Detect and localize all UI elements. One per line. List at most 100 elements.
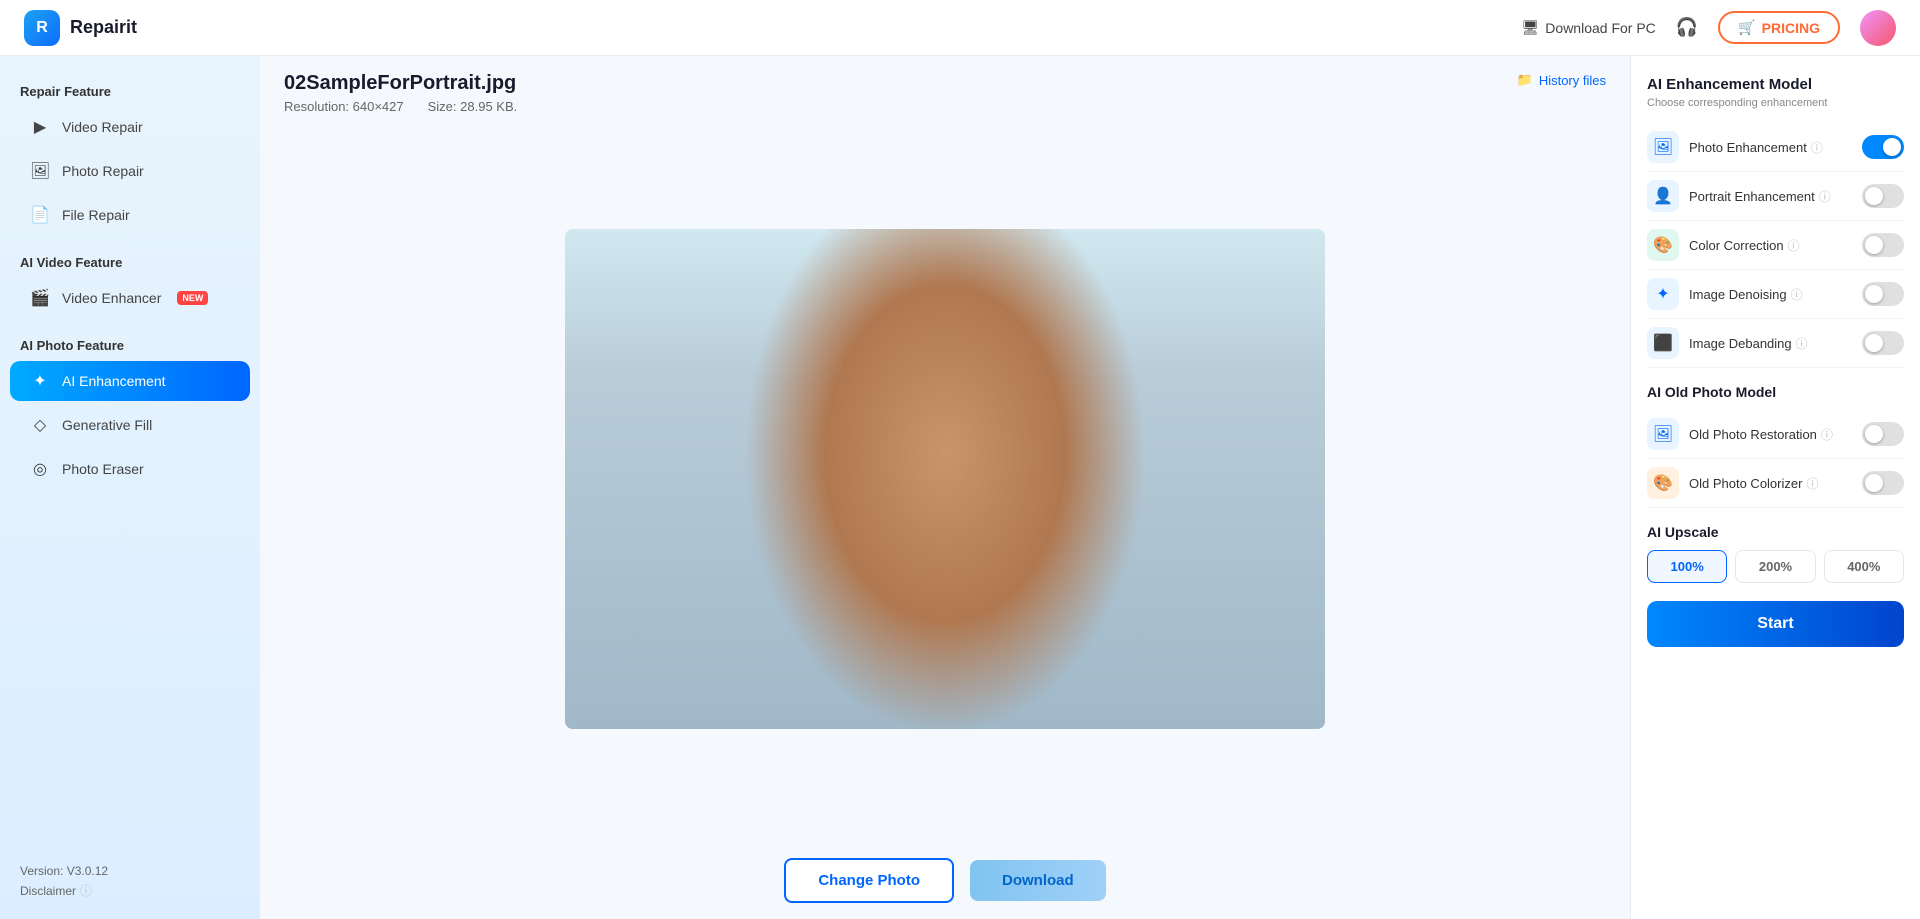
disclaimer-info-icon: ⓘ: [80, 882, 92, 899]
cart-icon: 🛒: [1738, 19, 1755, 36]
repair-feature-section-title: Repair Feature: [0, 76, 260, 105]
pricing-button[interactable]: 🛒 PRICING: [1718, 11, 1840, 44]
history-label: History files: [1539, 73, 1606, 88]
photo-enhancement-icon: 🖼: [1647, 131, 1679, 163]
video-enhancer-icon: 🎬: [30, 288, 50, 308]
sidebar-item-label-file-repair: File Repair: [62, 207, 130, 223]
color-correction-icon: 🎨: [1647, 229, 1679, 261]
image-denoising-row: ✦ Image Denoising ⓘ: [1647, 270, 1904, 319]
start-button[interactable]: Start: [1647, 601, 1904, 647]
file-meta: Resolution: 640×427 Size: 28.95 KB.: [284, 99, 517, 114]
avatar[interactable]: [1860, 10, 1896, 46]
right-panel: AI Enhancement Model Choose correspondin…: [1630, 56, 1920, 919]
sidebar-item-label-photo-repair: Photo Repair: [62, 163, 144, 179]
old-photo-restoration-icon: 🖼: [1647, 418, 1679, 450]
download-for-pc-button[interactable]: 🖥 Download For PC: [1522, 19, 1656, 36]
file-header: 02SampleForPortrait.jpg Resolution: 640×…: [260, 56, 1630, 122]
main-layout: Repair Feature ▶ Video Repair 🖼 Photo Re…: [0, 56, 1920, 919]
photo-preview: [565, 229, 1325, 729]
sidebar: Repair Feature ▶ Video Repair 🖼 Photo Re…: [0, 56, 260, 919]
change-photo-button[interactable]: Change Photo: [784, 858, 954, 903]
portrait-enhancement-row: 👤 Portrait Enhancement ⓘ: [1647, 172, 1904, 221]
help-icon[interactable]: 🎧: [1676, 17, 1698, 38]
app-name: Repairit: [70, 17, 137, 38]
sidebar-item-label-video-repair: Video Repair: [62, 119, 143, 135]
old-photo-colorizer-info-icon[interactable]: ⓘ: [1806, 475, 1818, 492]
old-photo-restoration-toggle[interactable]: [1862, 422, 1904, 446]
image-denoising-toggle[interactable]: [1862, 282, 1904, 306]
video-repair-icon: ▶: [30, 117, 50, 137]
image-denoising-icon: ✦: [1647, 278, 1679, 310]
ai-enhancement-icon: ✦: [30, 371, 50, 391]
ai-enhancement-model-subtitle: Choose corresponding enhancement: [1647, 97, 1904, 109]
sidebar-item-file-repair[interactable]: 📄 File Repair: [10, 195, 250, 235]
portrait-enhancement-info-icon[interactable]: ⓘ: [1819, 188, 1831, 205]
sidebar-item-label-video-enhancer: Video Enhancer: [62, 290, 161, 306]
file-resolution: Resolution: 640×427: [284, 99, 404, 114]
photo-enhancement-row: 🖼 Photo Enhancement ⓘ: [1647, 123, 1904, 172]
photo-enhancement-info-icon[interactable]: ⓘ: [1811, 139, 1823, 156]
download-button[interactable]: Download: [970, 860, 1106, 901]
top-navigation: R Repairit 🖥 Download For PC 🎧 🛒 PRICING: [0, 0, 1920, 56]
sidebar-item-video-enhancer[interactable]: 🎬 Video Enhancer NEW: [10, 278, 250, 318]
version-label: Version: V3.0.12: [20, 864, 240, 878]
sidebar-item-video-repair[interactable]: ▶ Video Repair: [10, 107, 250, 147]
ai-photo-section-title: AI Photo Feature: [0, 330, 260, 359]
upscale-100-button[interactable]: 100%: [1647, 550, 1727, 583]
color-correction-row: 🎨 Color Correction ⓘ: [1647, 221, 1904, 270]
upscale-400-button[interactable]: 400%: [1824, 550, 1904, 583]
sidebar-item-photo-eraser[interactable]: ◎ Photo Eraser: [10, 449, 250, 489]
image-denoising-label: Image Denoising ⓘ: [1689, 286, 1852, 303]
image-debanding-label: Image Debanding ⓘ: [1689, 335, 1852, 352]
portrait-enhancement-toggle[interactable]: [1862, 184, 1904, 208]
portrait-enhancement-label: Portrait Enhancement ⓘ: [1689, 188, 1852, 205]
image-debanding-icon: ⬛: [1647, 327, 1679, 359]
topnav-right: 🖥 Download For PC 🎧 🛒 PRICING: [1522, 10, 1896, 46]
sidebar-item-label-ai-enhancement: AI Enhancement: [62, 373, 166, 389]
history-files-button[interactable]: 📁 History files: [1517, 72, 1606, 88]
disclaimer-text: Disclaimer: [20, 884, 76, 898]
sidebar-item-label-photo-eraser: Photo Eraser: [62, 461, 144, 477]
image-debanding-info-icon[interactable]: ⓘ: [1796, 335, 1808, 352]
old-photo-restoration-info-icon[interactable]: ⓘ: [1821, 426, 1833, 443]
sidebar-item-generative-fill[interactable]: ◇ Generative Fill: [10, 405, 250, 445]
sidebar-item-photo-repair[interactable]: 🖼 Photo Repair: [10, 151, 250, 191]
upscale-options: 100% 200% 400%: [1647, 550, 1904, 583]
portrait-enhancement-icon: 👤: [1647, 180, 1679, 212]
sidebar-item-label-generative-fill: Generative Fill: [62, 417, 152, 433]
old-photo-colorizer-toggle[interactable]: [1862, 471, 1904, 495]
ai-old-photo-model-title: AI Old Photo Model: [1647, 384, 1904, 400]
old-photo-colorizer-row: 🎨 Old Photo Colorizer ⓘ: [1647, 459, 1904, 508]
file-repair-icon: 📄: [30, 205, 50, 225]
sidebar-wrapper: Repair Feature ▶ Video Repair 🖼 Photo Re…: [0, 76, 260, 899]
ai-video-section-title: AI Video Feature: [0, 247, 260, 276]
file-size: Size: 28.95 KB.: [428, 99, 518, 114]
generative-fill-icon: ◇: [30, 415, 50, 435]
monitor-icon: 🖥: [1522, 19, 1540, 36]
image-denoising-info-icon[interactable]: ⓘ: [1791, 286, 1803, 303]
color-correction-label: Color Correction ⓘ: [1689, 237, 1852, 254]
content-area: 02SampleForPortrait.jpg Resolution: 640×…: [260, 56, 1630, 919]
photo-enhancement-toggle[interactable]: [1862, 135, 1904, 159]
logo-area: R Repairit: [24, 10, 137, 46]
image-debanding-row: ⬛ Image Debanding ⓘ: [1647, 319, 1904, 368]
old-photo-restoration-label: Old Photo Restoration ⓘ: [1689, 426, 1852, 443]
old-photo-colorizer-icon: 🎨: [1647, 467, 1679, 499]
upscale-200-button[interactable]: 200%: [1735, 550, 1815, 583]
sidebar-item-ai-enhancement[interactable]: ✦ AI Enhancement: [10, 361, 250, 401]
bottom-toolbar: Change Photo Download: [260, 846, 1630, 919]
photo-eraser-icon: ◎: [30, 459, 50, 479]
photo-enhancement-label: Photo Enhancement ⓘ: [1689, 139, 1852, 156]
color-correction-info-icon[interactable]: ⓘ: [1788, 237, 1800, 254]
image-debanding-toggle[interactable]: [1862, 331, 1904, 355]
old-photo-restoration-row: 🖼 Old Photo Restoration ⓘ: [1647, 410, 1904, 459]
color-correction-toggle[interactable]: [1862, 233, 1904, 257]
photo-svg: [565, 229, 1325, 729]
ai-upscale-title: AI Upscale: [1647, 524, 1904, 540]
photo-repair-icon: 🖼: [30, 161, 50, 181]
old-photo-colorizer-label: Old Photo Colorizer ⓘ: [1689, 475, 1852, 492]
history-icon: 📁: [1517, 72, 1533, 88]
logo-icon: R: [24, 10, 60, 46]
disclaimer-link[interactable]: Disclaimer ⓘ: [20, 882, 240, 899]
file-name: 02SampleForPortrait.jpg: [284, 72, 517, 95]
